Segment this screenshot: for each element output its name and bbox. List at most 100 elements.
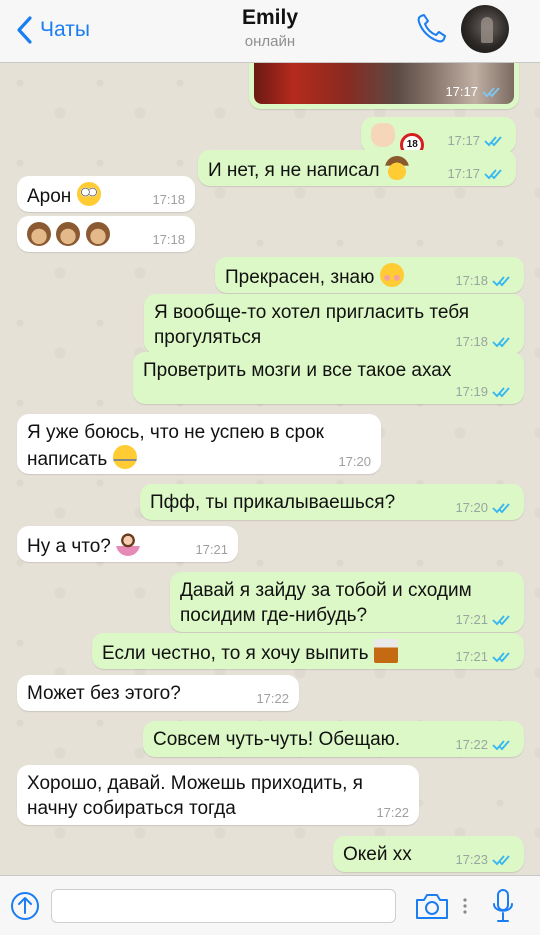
message-bubble[interactable]: Я уже боюсь, что не успею в срок написат… — [17, 414, 381, 474]
message-meta: 17:22 — [376, 806, 409, 820]
message-time: 17:21 — [455, 612, 488, 627]
message-bubble[interactable]: 18 17:17 — [361, 117, 516, 157]
message-time: 17:22 — [256, 691, 289, 706]
tumbler-glass-icon — [373, 639, 398, 663]
message-text: Проветрить мозги и все такое ахах — [143, 360, 452, 381]
message-bubble[interactable]: Давай я зайду за тобой и сходим посидим … — [170, 572, 524, 632]
message-bubble[interactable]: Прекрасен, знаю 17:18 — [215, 257, 524, 293]
message-list[interactable]: 17:17 18 17:17 И нет, я не написал 17:17… — [0, 63, 540, 875]
see-no-evil-monkey-icon — [56, 222, 81, 246]
message-bubble[interactable]: Арон 17:18 — [17, 176, 195, 212]
message-time: 17:19 — [455, 384, 488, 399]
message-meta: 17:17 — [447, 134, 506, 148]
message-text: Если честно, то я хочу выпить — [102, 643, 369, 664]
message-time: 17:21 — [195, 542, 228, 557]
chat-header: Чаты Emily онлайн — [0, 0, 540, 63]
message-text: Может без этого? — [27, 683, 181, 704]
message-bubble[interactable]: Хорошо, давай. Можешь приходить, я начну… — [17, 765, 419, 825]
message-meta: 17:20 — [455, 501, 514, 515]
message-meta: 17:18 — [455, 274, 514, 288]
message-time: 17:17 — [447, 133, 480, 148]
message-time: 17:22 — [376, 805, 409, 820]
message-bubble[interactable]: Проветрить мозги и все такое ахах 17:19 — [133, 352, 524, 404]
message-time: 17:22 — [455, 737, 488, 752]
message-meta: 17:22 — [455, 738, 514, 752]
contact-name: Emily — [241, 6, 299, 29]
read-ticks-icon — [492, 503, 510, 514]
message-time: 17:18 — [455, 273, 488, 288]
read-ticks-icon — [492, 652, 510, 663]
smiling-face-icon — [379, 263, 404, 287]
photo-thumbnail[interactable]: 17:17 — [254, 63, 514, 104]
message-text: Ну а что? — [27, 536, 111, 557]
message-text: Окей хх — [343, 844, 412, 865]
read-ticks-icon — [484, 169, 502, 180]
read-ticks-icon — [492, 387, 510, 398]
message-time: 17:18 — [455, 334, 488, 349]
message-text: Давай я зайду за тобой и сходим — [180, 580, 472, 601]
message-bubble[interactable]: И нет, я не написал 17:17 — [198, 150, 516, 186]
message-bubble[interactable]: Если честно, то я хочу выпить 17:21 — [92, 633, 524, 669]
message-bubble[interactable]: Совсем чуть-чуть! Обещаю. 17:22 — [143, 721, 524, 757]
message-meta: 17:18 — [152, 193, 185, 207]
see-no-evil-monkey-icon — [85, 222, 110, 246]
message-time: 17:21 — [455, 649, 488, 664]
read-ticks-icon — [484, 136, 502, 147]
message-meta: 17:19 — [455, 385, 514, 399]
message-bubble[interactable]: Может без этого? 17:22 — [17, 675, 299, 711]
see-no-evil-monkey-icon — [27, 222, 51, 246]
message-bubble[interactable]: Окей хх 17:23 — [333, 836, 524, 872]
more-options-icon[interactable] — [460, 896, 470, 916]
message-meta: 17:21 — [455, 650, 514, 664]
read-ticks-icon — [492, 740, 510, 751]
camera-icon[interactable] — [414, 891, 450, 921]
phone-icon[interactable] — [414, 12, 448, 46]
contact-info[interactable]: Emily онлайн — [0, 6, 540, 50]
message-text: начну собираться тогда — [27, 798, 236, 819]
message-meta: 17:17 — [447, 167, 506, 181]
message-text: Я вообще-то хотел пригласить тебя — [154, 302, 469, 323]
message-time: 17:18 — [152, 232, 185, 247]
message-time: 17:20 — [338, 454, 371, 469]
message-text: Арон — [27, 186, 72, 207]
contact-status: онлайн — [244, 33, 296, 50]
message-meta: 17:21 — [455, 613, 514, 627]
message-meta: 17:17 — [445, 85, 504, 99]
read-ticks-icon — [482, 87, 500, 98]
message-meta: 17:18 — [455, 335, 514, 349]
message-bubble[interactable]: Я вообще-то хотел пригласить тебя прогул… — [144, 294, 524, 354]
upload-icon[interactable] — [9, 890, 41, 922]
input-bar — [0, 875, 540, 935]
message-meta: 17:21 — [195, 543, 228, 557]
flushed-face-icon — [76, 182, 101, 206]
read-ticks-icon — [492, 337, 510, 348]
message-text: Прекрасен, знаю — [225, 267, 375, 288]
message-meta: 17:23 — [455, 853, 514, 867]
message-text: Я уже боюсь, что не успею в срок — [27, 422, 324, 443]
message-meta: 17:22 — [256, 692, 289, 706]
message-bubble[interactable]: Пфф, ты прикалываешься? 17:20 — [140, 484, 524, 520]
message-input[interactable] — [51, 889, 396, 923]
photo-message[interactable]: 17:17 — [249, 63, 519, 109]
message-time: 17:18 — [152, 192, 185, 207]
victory-hand-icon — [371, 123, 395, 147]
microphone-icon[interactable] — [490, 887, 516, 925]
person-shrugging-icon — [116, 532, 141, 556]
message-meta: 17:20 — [338, 455, 371, 469]
message-meta: 17:18 — [152, 233, 185, 247]
message-bubble[interactable]: Ну а что? 17:21 — [17, 526, 238, 562]
message-text: Пфф, ты прикалываешься? — [150, 492, 396, 513]
message-bubble[interactable]: 17:18 — [17, 216, 195, 252]
message-text: написать — [27, 449, 108, 470]
cowboy-face-icon — [384, 156, 409, 180]
message-time: 17:17 — [445, 84, 478, 99]
avatar[interactable] — [461, 5, 509, 53]
read-ticks-icon — [492, 855, 510, 866]
read-ticks-icon — [492, 615, 510, 626]
message-text: И нет, я не написал — [208, 160, 380, 181]
message-time: 17:20 — [455, 500, 488, 515]
message-time: 17:23 — [455, 852, 488, 867]
message-text: Хорошо, давай. Можешь приходить, я — [27, 773, 363, 794]
zipper-mouth-face-icon — [112, 445, 137, 469]
message-text: Совсем чуть-чуть! Обещаю. — [153, 729, 401, 750]
